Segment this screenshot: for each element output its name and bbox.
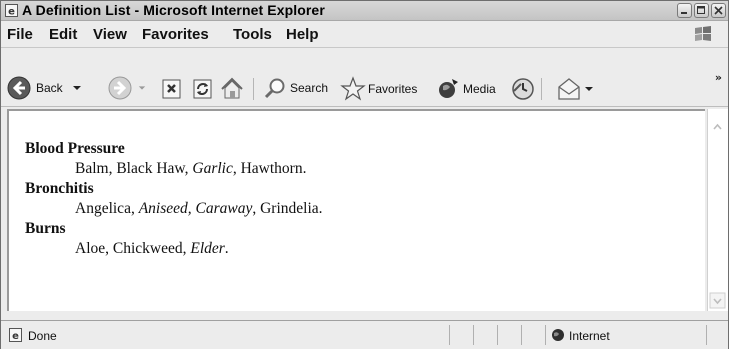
definition-term: Bronchitis [25, 180, 94, 197]
toolbar: Back Search Favorites Media » [1, 48, 728, 107]
status-separator [473, 325, 474, 345]
internet-globe-icon [552, 329, 564, 341]
refresh-button[interactable] [192, 78, 214, 100]
back-arrow-icon [7, 76, 31, 100]
status-separator [521, 325, 522, 345]
search-label: Search [290, 81, 329, 95]
window-title: A Definition List - Microsoft Internet E… [22, 2, 325, 18]
status-separator [706, 325, 707, 345]
plain-text: , Hawthorn. [232, 160, 307, 177]
maximize-button[interactable] [694, 3, 709, 18]
search-icon [264, 78, 285, 99]
italic-text: Aniseed, Caraway [138, 200, 253, 217]
scroll-down-arrow-icon[interactable] [709, 292, 726, 309]
definition-description: Aloe, Chickweed, Elder. [75, 239, 323, 259]
back-button[interactable]: Back [7, 76, 82, 100]
title-bar: e A Definition List - Microsoft Internet… [1, 1, 728, 21]
back-dropdown-icon[interactable] [72, 84, 82, 92]
status-separator [449, 325, 450, 345]
plain-text: , Grindelia. [252, 200, 323, 217]
svg-text:e: e [12, 331, 19, 342]
toolbar-separator [541, 78, 542, 100]
plain-text: Balm, Black Haw, [75, 160, 193, 177]
menu-file[interactable]: File [7, 26, 33, 43]
favorites-button[interactable]: Favorites [340, 76, 417, 102]
menu-edit[interactable]: Edit [49, 26, 77, 43]
menu-bar: File Edit View Favorites Tools Help [1, 21, 728, 48]
status-separator [545, 325, 546, 345]
search-button[interactable]: Search [263, 76, 328, 100]
status-text: Done [28, 329, 57, 343]
vertical-scrollbar[interactable] [707, 109, 728, 311]
menu-view[interactable]: View [93, 26, 127, 43]
history-button[interactable] [511, 77, 535, 101]
media-button[interactable]: Media [437, 77, 496, 101]
scroll-up-arrow-icon[interactable] [709, 119, 726, 136]
definition-term: Burns [25, 220, 66, 237]
forward-arrow-icon [108, 76, 132, 100]
definition-description: Balm, Black Haw, Garlic, Hawthorn. [75, 159, 323, 179]
svg-text:e: e [8, 7, 15, 18]
plain-text: Aloe, Chickweed, [75, 240, 191, 257]
security-zone-label: Internet [569, 329, 610, 343]
stop-button[interactable] [161, 78, 183, 100]
page-done-icon: e [9, 328, 22, 342]
favorites-star-icon [340, 76, 366, 101]
history-icon [512, 78, 534, 100]
back-label: Back [36, 81, 63, 95]
ie-page-icon: e [5, 4, 18, 17]
home-icon [221, 77, 243, 99]
minimize-icon [681, 12, 687, 14]
toolbar-separator [253, 78, 254, 100]
mail-button[interactable] [556, 76, 594, 102]
menu-help[interactable]: Help [286, 26, 319, 43]
definition-term: Blood Pressure [25, 140, 125, 157]
maximize-icon [697, 6, 705, 14]
browser-window: e A Definition List - Microsoft Internet… [0, 0, 729, 349]
favorites-label: Favorites [368, 82, 418, 96]
plain-text: . [224, 240, 229, 257]
forward-button[interactable] [108, 76, 146, 100]
media-label: Media [463, 82, 496, 96]
close-icon [714, 6, 723, 15]
plain-text: Angelica, [75, 200, 139, 217]
more-chevron-icon[interactable]: » [715, 71, 722, 84]
definition-list: Blood Pressure Balm, Black Haw, Garlic, H… [25, 139, 323, 259]
page-content: Blood Pressure Balm, Black Haw, Garlic, H… [7, 109, 705, 311]
status-separator [497, 325, 498, 345]
menu-tools[interactable]: Tools [233, 26, 272, 43]
mail-icon [558, 78, 580, 100]
stop-icon [162, 79, 181, 99]
media-icon [439, 79, 458, 98]
windows-logo-icon [695, 26, 711, 41]
minimize-button[interactable] [677, 3, 692, 18]
forward-dropdown-icon[interactable] [138, 84, 146, 92]
italic-text: Garlic [192, 160, 233, 177]
close-button[interactable] [711, 3, 726, 18]
definition-description: Angelica, Aniseed, Caraway, Grindelia. [75, 199, 323, 219]
mail-dropdown-icon[interactable] [584, 85, 594, 93]
refresh-icon [193, 79, 212, 99]
italic-text: Elder [190, 240, 225, 257]
menu-favorites[interactable]: Favorites [142, 26, 209, 43]
status-bar: e Done Internet [1, 320, 728, 349]
home-button[interactable] [219, 76, 245, 102]
